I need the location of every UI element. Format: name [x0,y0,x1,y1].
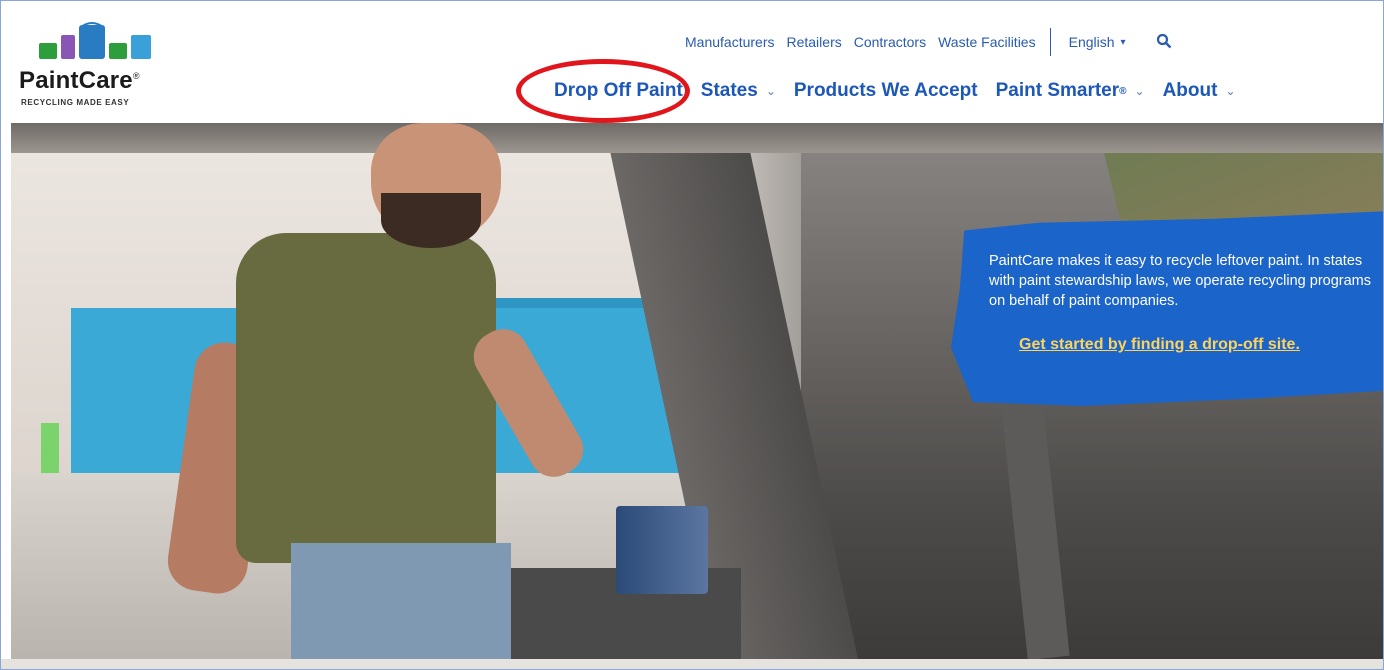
page-frame: PaintCare® RECYCLING MADE EASY Manufactu… [0,0,1384,670]
hero-callout-text: PaintCare makes it easy to recycle lefto… [989,253,1372,309]
nav-item-drop-off-paint[interactable]: Drop Off Paint [554,80,683,102]
search-icon[interactable] [1156,33,1172,52]
chevron-down-icon: ⌄ [1225,84,1236,98]
utility-link-retailers[interactable]: Retailers [786,34,841,50]
nav-item-label: Products We Accept [793,80,978,101]
brand-tagline: RECYCLING MADE EASY [21,98,130,107]
utility-divider [1049,28,1051,56]
nav-item-paint-smarter[interactable]: Paint Smarter ® ⌄ [996,80,1145,102]
nav-item-label: Paint Smarter [995,80,1120,101]
chevron-down-icon: ▾ [1120,36,1126,48]
main-nav: Drop Off Paint States ⌄ Products We Acce… [554,80,1254,102]
language-selector[interactable]: English ▾ [1069,34,1126,50]
utility-link-manufacturers[interactable]: Manufacturers [685,34,774,50]
hero-person-beard [381,193,481,248]
find-drop-off-site-link[interactable]: Get started by finding a drop-off site. [1019,336,1300,354]
nav-item-label: States [700,80,758,101]
nav-item-about[interactable]: About ⌄ [1163,80,1236,102]
hero-car-ceiling [11,123,1383,153]
nav-item-label: About [1162,80,1218,101]
nav-item-products-we-accept[interactable]: Products We Accept [794,80,978,102]
chevron-down-icon: ⌄ [1134,84,1145,98]
chevron-down-icon: ⌄ [765,84,776,98]
hero-person-jeans [291,543,511,659]
utility-link-waste-facilities[interactable]: Waste Facilities [938,34,1036,50]
utility-nav: Manufacturers Retailers Contractors Wast… [685,28,1172,56]
hero-person [236,233,496,563]
page-bottom-strip [1,659,1383,669]
nav-item-label: Drop Off Paint [554,80,683,101]
utility-link-contractors[interactable]: Contractors [854,34,926,50]
brand-name: PaintCare® [19,67,140,94]
nav-item-states[interactable]: States ⌄ [701,80,776,102]
paint-cans-icon [39,22,151,59]
paintcare-logo[interactable]: PaintCare® RECYCLING MADE EASY [19,21,179,121]
site-header: PaintCare® RECYCLING MADE EASY Manufactu… [1,1,1383,123]
hero-paint-can [616,506,708,594]
language-label: English [1068,34,1115,50]
registered-mark: ® [1119,85,1127,97]
